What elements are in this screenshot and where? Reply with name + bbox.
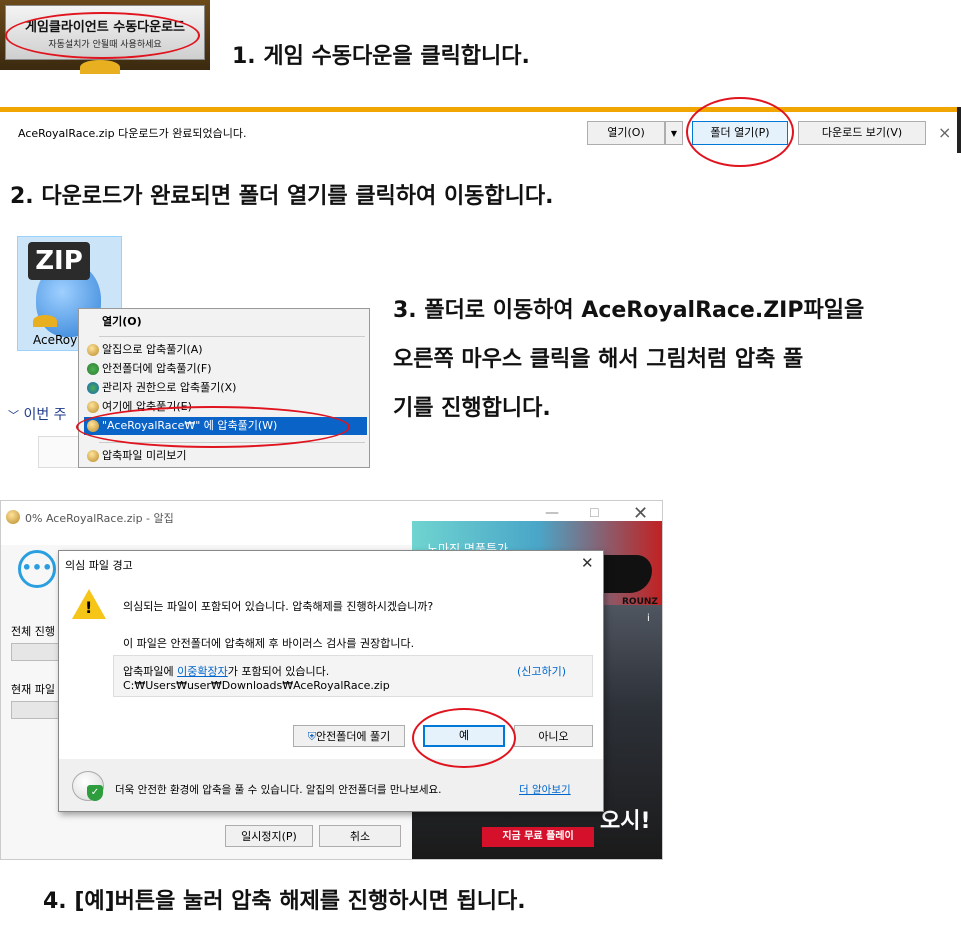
- highlight-ring-step3: [76, 406, 350, 448]
- minimize-icon[interactable]: —: [545, 505, 559, 521]
- step3-line3: 기를 진행합니다.: [393, 396, 551, 421]
- no-button[interactable]: 아니오: [514, 725, 593, 747]
- dialog-info-line: 압축파일에 이중확장자가 포함되어 있습니다.: [123, 663, 329, 679]
- chevron-down-icon: ▼: [670, 129, 678, 138]
- menu-item-extract-alzip[interactable]: 알집으로 압축풀기(A): [84, 341, 367, 359]
- step4-text: 4. [예]버튼을 눌러 압축 해제를 진행하시면 됩니다.: [43, 889, 526, 914]
- ad-slogan: 오시!: [600, 809, 651, 834]
- warning-mark: !: [85, 598, 93, 617]
- shield-icon: [87, 363, 99, 375]
- info-icon[interactable]: i: [647, 613, 650, 624]
- double-extension-link[interactable]: 이중확장자: [177, 665, 228, 678]
- close-icon[interactable]: ×: [938, 123, 951, 142]
- open-button[interactable]: 열기(O): [587, 121, 665, 145]
- menu-separator: [99, 336, 365, 337]
- alzip-icon: [87, 401, 99, 413]
- menu-item-label: 알집으로 압축풀기(A): [102, 343, 203, 356]
- download-message: AceRoyalRace.zip 다운로드가 완료되었습니다.: [18, 127, 247, 140]
- dialog-footer-text: 더욱 안전한 환경에 압축을 풀 수 있습니다. 알집의 안전폴더를 만나보세요…: [115, 784, 442, 796]
- alzip-title: 0% AceRoyalRace.zip - 알집: [25, 512, 174, 525]
- safe-button-label: 안전폴더에 풀기: [315, 730, 391, 743]
- cancel-button[interactable]: 취소: [319, 825, 401, 847]
- menu-item-label: 안전폴더에 압축풀기(F): [102, 362, 212, 375]
- highlight-ring-step2: [686, 97, 794, 167]
- shield-check-icon: ✓: [87, 785, 103, 801]
- alzip-title-icon: [6, 510, 20, 524]
- info-prefix: 압축파일에: [123, 665, 178, 678]
- dialog-title: 의심 파일 경고: [65, 559, 133, 572]
- window-edge: [957, 107, 961, 153]
- highlight-ring-step4: [412, 708, 516, 768]
- step3-line1: 3. 폴더로 이동하여 AceRoyalRace.ZIP파일을: [393, 298, 865, 323]
- close-icon[interactable]: ✕: [581, 554, 594, 572]
- zip-badge: ZIP: [28, 242, 90, 280]
- menu-item-open[interactable]: 열기(O): [84, 313, 367, 331]
- highlight-ring-step1: [5, 12, 200, 59]
- more-icon[interactable]: •••: [18, 550, 56, 588]
- file-placeholder-icon: [38, 436, 80, 468]
- ad-brand: ROUNZ: [622, 597, 658, 607]
- week-group-label[interactable]: ﹀ 이번 주: [8, 404, 67, 424]
- shield-icon: ⛨: [307, 730, 316, 743]
- learn-more-link[interactable]: 더 알아보기: [519, 782, 571, 797]
- chevron-down-icon: ﹀: [8, 409, 19, 422]
- step3-line2: 오른쪽 마우스 클릭을 해서 그림처럼 압축 풀: [393, 347, 804, 372]
- view-downloads-button[interactable]: 다운로드 보기(V): [798, 121, 926, 145]
- current-file-label: 현재 파일: [11, 683, 55, 696]
- pause-button[interactable]: 일시정지(P): [225, 825, 313, 847]
- open-dropdown-button[interactable]: ▼: [665, 121, 683, 145]
- menu-item-label: 압축파일 미리보기: [102, 449, 187, 462]
- ad-cta-button[interactable]: 지금 무료 플레이: [482, 827, 594, 847]
- week-label-text: 이번 주: [23, 407, 67, 423]
- dialog-main-text: 의심되는 파일이 포함되어 있습니다. 압축해제를 진행하시겠습니까?: [123, 600, 434, 613]
- step1-text: 1. 게임 수동다운을 클릭합니다.: [232, 44, 530, 69]
- menu-item-label: 관리자 권한으로 압축풀기(X): [102, 381, 237, 394]
- banner-character-icon: [80, 60, 120, 74]
- dialog-titlebar: [59, 551, 603, 577]
- suspicious-file-dialog: 의심 파일 경고 ✕ ! 의심되는 파일이 포함되어 있습니다. 압축해제를 진…: [58, 550, 604, 812]
- menu-item-extract-admin[interactable]: 관리자 권한으로 압축풀기(X): [84, 379, 367, 397]
- current-progress-bar: [11, 701, 63, 719]
- info-suffix: 가 포함되어 있습니다.: [227, 665, 330, 678]
- menu-item-preview[interactable]: 압축파일 미리보기: [84, 447, 367, 465]
- zip-file-label: AceRoya: [33, 333, 85, 347]
- admin-shield-icon: [87, 382, 99, 394]
- download-bar: AceRoyalRace.zip 다운로드가 완료되었습니다. 열기(O) ▼ …: [0, 107, 961, 157]
- total-progress-bar: [11, 643, 63, 661]
- maximize-icon[interactable]: ☐: [589, 506, 600, 520]
- alzip-icon: [87, 344, 99, 356]
- dialog-sub-text: 이 파일은 안전폴더에 압축해제 후 바이러스 검사를 권장합니다.: [123, 637, 415, 650]
- total-progress-label: 전체 진행: [11, 625, 55, 638]
- menu-item-extract-safe[interactable]: 안전폴더에 압축풀기(F): [84, 360, 367, 378]
- step2-text: 2. 다운로드가 완료되면 폴더 열기를 클릭하여 이동합니다.: [10, 184, 554, 209]
- extract-to-safe-folder-button[interactable]: ⛨안전폴더에 풀기: [293, 725, 405, 747]
- archive-path: C:₩Users₩user₩Downloads₩AceRoyalRace.zip: [123, 679, 390, 692]
- alzip-icon: [87, 450, 99, 462]
- zip-file-foot-icon: [33, 315, 57, 327]
- report-link[interactable]: (신고하기): [517, 663, 566, 679]
